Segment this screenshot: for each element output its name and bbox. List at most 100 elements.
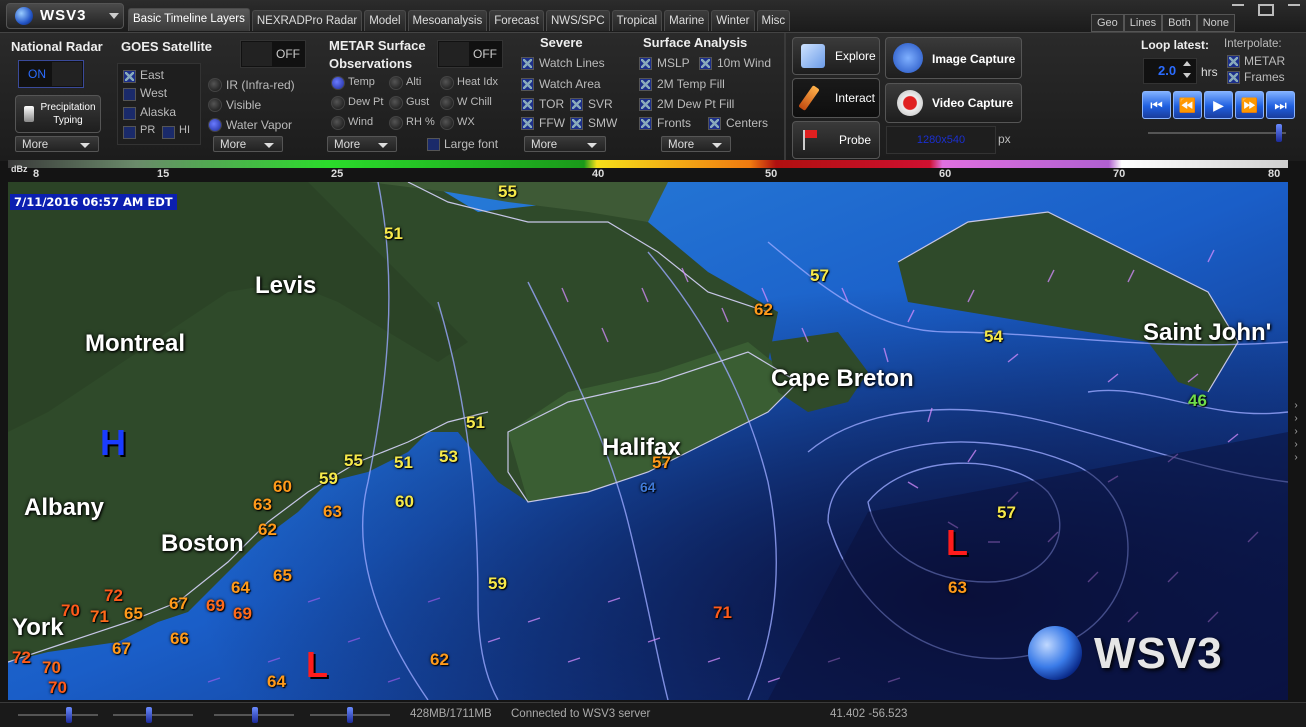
low-pressure-marker: L (306, 644, 328, 685)
ffw-checkbox[interactable] (521, 117, 534, 130)
dbz-tick: 15 (157, 168, 170, 180)
fronts-checkbox[interactable] (639, 117, 652, 130)
tab-mesoanalysis[interactable]: Mesoanalysis (407, 10, 488, 31)
tab-nexradpro-radar[interactable]: NEXRADPro Radar (251, 10, 363, 31)
goes-hi-checkbox[interactable] (162, 126, 175, 139)
goes-more-button[interactable]: More (213, 136, 283, 152)
severe-more-button[interactable]: More (524, 136, 606, 152)
explore-icon (801, 44, 825, 68)
metar-dew-pt-radio[interactable] (331, 96, 345, 110)
slider-thumb[interactable] (146, 707, 152, 723)
metar-w-chill-radio[interactable] (440, 96, 454, 110)
interact-button[interactable]: Interact (792, 78, 880, 118)
slider-thumb[interactable] (252, 707, 258, 723)
temperature-label: 64 (640, 479, 656, 495)
side-panel-arrows[interactable]: › › › › › (1289, 400, 1303, 465)
temperature-label: 59 (488, 574, 507, 593)
temperature-label: 66 (170, 629, 189, 648)
ffw-label: FFW (539, 116, 565, 130)
view-lines-button[interactable]: Lines (1123, 14, 1163, 32)
visible-radio[interactable] (208, 98, 222, 112)
precipitation-typing-label: Precipitation Typing (40, 102, 96, 126)
slider-thumb[interactable] (66, 707, 72, 723)
ir-radio[interactable] (208, 78, 222, 92)
chevron-right-icon[interactable]: › (1289, 413, 1303, 426)
metar-rh-radio[interactable] (389, 116, 403, 130)
metar-heat-idx-radio[interactable] (440, 76, 454, 90)
play-button[interactable]: ▶ (1204, 91, 1233, 119)
tab-misc[interactable]: Misc (756, 10, 791, 31)
2m-temp-fill-label: 2M Temp Fill (657, 77, 725, 91)
view-geo-button[interactable]: Geo (1091, 14, 1124, 32)
chevron-down-icon[interactable] (1183, 73, 1191, 78)
goes-pr-checkbox[interactable] (123, 126, 136, 139)
goes-toggle[interactable]: OFF (240, 40, 306, 68)
map-view[interactable]: H L L Levis Montreal Albany Boston York … (8, 182, 1288, 700)
smw-checkbox[interactable] (570, 117, 583, 130)
metar-wx-radio[interactable] (440, 116, 454, 130)
speed-slider-thumb[interactable] (1276, 124, 1282, 142)
close-icon[interactable] (1288, 4, 1300, 16)
chevron-right-icon[interactable]: › (1289, 400, 1303, 413)
2m-temp-fill-checkbox[interactable] (639, 78, 652, 91)
probe-button[interactable]: Probe (792, 121, 880, 159)
2m-dew-pt-fill-label: 2M Dew Pt Fill (657, 97, 735, 111)
centers-checkbox[interactable] (708, 117, 721, 130)
temperature-label: 65 (273, 566, 292, 585)
water-vapor-radio[interactable] (208, 118, 222, 132)
goes-east-checkbox[interactable] (123, 70, 136, 83)
video-capture-button[interactable]: Video Capture (885, 83, 1022, 123)
2m-dew-pt-fill-checkbox[interactable] (639, 98, 652, 111)
tab-basic-timeline-layers[interactable]: Basic Timeline Layers (128, 8, 250, 31)
metar-alti-radio[interactable] (389, 76, 403, 90)
metar-temp-radio[interactable] (331, 76, 345, 90)
interpolate-metar-label: METAR (1244, 54, 1286, 68)
watch-area-checkbox[interactable] (521, 78, 534, 91)
goes-west-checkbox[interactable] (123, 88, 136, 101)
national-radar-toggle[interactable]: ON (18, 60, 84, 88)
metar-toggle[interactable]: OFF (437, 40, 503, 68)
tab-tropical[interactable]: Tropical (611, 10, 663, 31)
maximize-icon[interactable] (1258, 4, 1274, 16)
view-both-button[interactable]: Both (1162, 14, 1197, 32)
dbz-tick: 8 (33, 168, 40, 180)
tor-checkbox[interactable] (521, 98, 534, 111)
10m-wind-checkbox[interactable] (699, 57, 712, 70)
chevron-right-icon[interactable]: › (1289, 452, 1303, 465)
slider-thumb[interactable] (347, 707, 353, 723)
resolution-input[interactable]: 1280x540 (886, 126, 996, 154)
explore-button[interactable]: Explore (792, 37, 880, 75)
minimize-icon[interactable] (1232, 4, 1244, 16)
chevron-right-icon[interactable]: › (1289, 439, 1303, 452)
watch-lines-checkbox[interactable] (521, 57, 534, 70)
temperature-label: 51 (394, 453, 413, 472)
temperature-label: 64 (231, 578, 250, 597)
surface-more-button[interactable]: More (661, 136, 731, 152)
mslp-checkbox[interactable] (639, 57, 652, 70)
temperature-label: 62 (258, 520, 277, 539)
image-capture-button[interactable]: Image Capture (885, 37, 1022, 79)
tab-marine[interactable]: Marine (664, 10, 710, 31)
view-none-button[interactable]: None (1196, 14, 1236, 32)
metar-more-button[interactable]: More (327, 136, 397, 152)
metar-wind-radio[interactable] (331, 116, 345, 130)
large-font-checkbox[interactable] (427, 138, 440, 151)
svr-checkbox[interactable] (570, 98, 583, 111)
step-back-button[interactable]: ⏪ (1173, 91, 1202, 119)
step-forward-button[interactable]: ⏩ (1235, 91, 1264, 119)
skip-to-end-button[interactable]: ⏭ (1266, 91, 1295, 119)
precipitation-typing-button[interactable]: Precipitation Typing (15, 95, 101, 133)
goes-alaska-checkbox[interactable] (123, 107, 136, 120)
interpolate-frames-checkbox[interactable] (1227, 71, 1240, 84)
chevron-up-icon[interactable] (1183, 61, 1191, 66)
tab-winter[interactable]: Winter (711, 10, 755, 31)
tab-model[interactable]: Model (364, 10, 406, 31)
app-menu-button[interactable]: WSV3 (6, 3, 124, 29)
skip-to-start-button[interactable]: ⏮ (1142, 91, 1171, 119)
chevron-right-icon[interactable]: › (1289, 426, 1303, 439)
national-radar-more-button[interactable]: More (15, 136, 99, 152)
tab-forecast[interactable]: Forecast (489, 10, 544, 31)
interpolate-metar-checkbox[interactable] (1227, 55, 1240, 68)
metar-gust-radio[interactable] (389, 96, 403, 110)
tab-nws-spc[interactable]: NWS/SPC (545, 10, 610, 31)
